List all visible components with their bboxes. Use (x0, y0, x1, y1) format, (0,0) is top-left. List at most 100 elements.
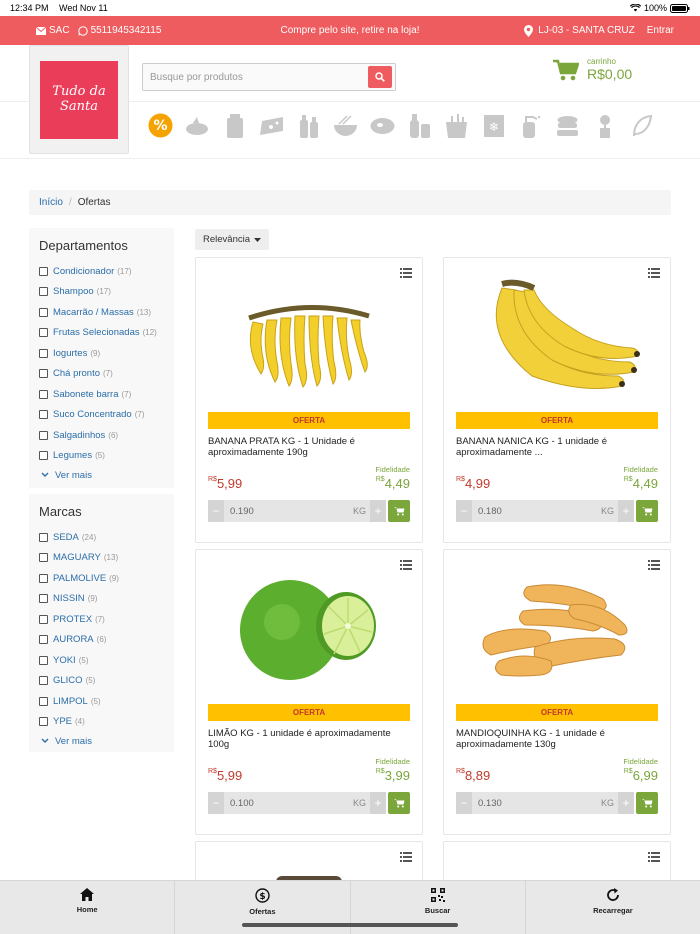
checkbox[interactable] (39, 594, 48, 604)
checkbox[interactable] (39, 676, 48, 686)
ver-mais-departamentos[interactable]: Ver mais (39, 466, 164, 484)
cart-widget[interactable]: carrinho R$0,00 (553, 57, 632, 82)
product-title[interactable]: BANANA PRATA KG - 1 Unidade é aproximada… (208, 436, 410, 459)
hortifruti-icon[interactable] (185, 113, 210, 138)
higiene-icon[interactable] (407, 113, 432, 138)
sort-dropdown[interactable]: Relevância (195, 229, 269, 250)
checkbox[interactable] (39, 635, 48, 645)
checkbox[interactable] (39, 307, 48, 317)
decrement-button[interactable]: − (208, 792, 224, 814)
product-title[interactable]: LIMÃO KG - 1 unidade é aproximadamente 1… (208, 728, 410, 751)
quantity-value[interactable]: 0.100 (224, 798, 353, 809)
checkbox[interactable] (39, 451, 48, 461)
filter-item[interactable]: Sabonete barra (7) (39, 384, 164, 405)
quantity-stepper[interactable]: − 0.180 KG + (456, 500, 634, 522)
tab-home[interactable]: Home (0, 881, 176, 934)
add-to-cart-button[interactable] (388, 792, 410, 814)
jardinagem-icon[interactable] (592, 113, 617, 138)
product-card[interactable]: OFERTA LIMÃO KG - 1 unidade é aproximada… (195, 549, 423, 835)
product-image-limao[interactable] (196, 560, 422, 700)
checkbox[interactable] (39, 348, 48, 358)
filter-item[interactable]: Salgadinhos (6) (39, 425, 164, 446)
utilidades-icon[interactable] (555, 113, 580, 138)
product-image-banana-prata[interactable] (196, 268, 422, 408)
product-image-banana-nanica[interactable] (444, 268, 670, 408)
limpeza-icon[interactable] (518, 113, 543, 138)
checkbox[interactable] (39, 389, 48, 399)
checkbox[interactable] (39, 410, 48, 420)
quantity-stepper[interactable]: − 0.130 KG + (456, 792, 634, 814)
massas-icon[interactable] (333, 113, 358, 138)
checkbox[interactable] (39, 328, 48, 338)
product-title[interactable]: BANANA NANICA KG - 1 unidade é aproximad… (456, 436, 658, 459)
search-input[interactable]: Busque por produtos (143, 72, 368, 83)
quantity-stepper[interactable]: − 0.190 KG + (208, 500, 386, 522)
whatsapp-link[interactable]: 5511945342115 (77, 25, 161, 36)
decrement-button[interactable]: − (456, 792, 472, 814)
checkbox[interactable] (39, 553, 48, 563)
quantity-stepper[interactable]: − 0.100 KG + (208, 792, 386, 814)
product-title[interactable]: MANDIOQUINHA KG - 1 unidade é aproximada… (456, 728, 658, 751)
product-card[interactable]: OFERTA BANANA PRATA KG - 1 Unidade é apr… (195, 257, 423, 543)
filter-item[interactable]: YOKI (5) (39, 650, 164, 671)
checkbox[interactable] (39, 532, 48, 542)
search-button[interactable] (368, 66, 392, 88)
filter-item[interactable]: Legumes (5) (39, 446, 164, 467)
checkbox[interactable] (39, 655, 48, 665)
increment-button[interactable]: + (618, 500, 634, 522)
store-selector[interactable]: LJ-03 - SANTA CRUZ (524, 24, 635, 37)
product-card[interactable]: OFERTA MANDIOQUINHA KG - 1 unidade é apr… (443, 549, 671, 835)
filter-item[interactable]: Chá pronto (7) (39, 364, 164, 385)
congelados-icon[interactable]: ❄ (481, 113, 506, 138)
filter-item[interactable]: SEDA (24) (39, 527, 164, 548)
filter-item[interactable]: AURORA (6) (39, 630, 164, 651)
search-box[interactable]: Busque por produtos (142, 63, 396, 91)
ofertas-icon[interactable]: % (148, 113, 173, 138)
tab-recarregar[interactable]: Recarregar (526, 881, 700, 934)
decrement-button[interactable]: − (456, 500, 472, 522)
filter-item[interactable]: Frutas Selecionadas (12) (39, 323, 164, 344)
filter-item[interactable]: PROTEX (7) (39, 609, 164, 630)
filter-item[interactable]: Macarrão / Massas (13) (39, 302, 164, 323)
sac-link[interactable]: SAC (36, 25, 70, 36)
checkbox[interactable] (39, 369, 48, 379)
filter-item[interactable]: NISSIN (9) (39, 589, 164, 610)
checkbox[interactable] (39, 430, 48, 440)
filter-item[interactable]: LIMPOL (5) (39, 691, 164, 712)
quantity-value[interactable]: 0.130 (472, 798, 601, 809)
checkbox[interactable] (39, 614, 48, 624)
filter-item[interactable]: Shampoo (17) (39, 282, 164, 303)
filter-item[interactable]: Condicionador (17) (39, 261, 164, 282)
home-indicator[interactable] (242, 923, 458, 927)
checkbox[interactable] (39, 287, 48, 297)
bebidas-icon[interactable] (296, 113, 321, 138)
breadcrumb-home[interactable]: Início (39, 197, 63, 208)
checkbox[interactable] (39, 717, 48, 727)
filter-item[interactable]: MAGUARY (13) (39, 548, 164, 569)
checkbox[interactable] (39, 696, 48, 706)
quantity-value[interactable]: 0.190 (224, 506, 353, 517)
filter-item[interactable]: GLICO (5) (39, 671, 164, 692)
add-to-cart-button[interactable] (388, 500, 410, 522)
add-to-cart-button[interactable] (636, 500, 658, 522)
filter-item[interactable]: Iogurtes (9) (39, 343, 164, 364)
filter-item[interactable]: PALMOLIVE (9) (39, 568, 164, 589)
mercearia-icon[interactable] (444, 113, 469, 138)
product-card[interactable]: OFERTA BANANA NANICA KG - 1 unidade é ap… (443, 257, 671, 543)
login-link[interactable]: Entrar (647, 25, 674, 36)
checkbox[interactable] (39, 573, 48, 583)
padaria-icon[interactable] (222, 113, 247, 138)
ver-mais-marcas[interactable]: Ver mais (39, 732, 164, 750)
list-menu-icon[interactable] (400, 852, 412, 862)
decrement-button[interactable]: − (208, 500, 224, 522)
checkbox[interactable] (39, 266, 48, 276)
filter-item[interactable]: YPE (4) (39, 712, 164, 733)
increment-button[interactable]: + (618, 792, 634, 814)
product-image-mandioquinha[interactable] (444, 560, 670, 700)
carnes-icon[interactable] (370, 113, 395, 138)
increment-button[interactable]: + (370, 792, 386, 814)
quantity-value[interactable]: 0.180 (472, 506, 601, 517)
list-menu-icon[interactable] (648, 852, 660, 862)
store-logo[interactable]: Tudo da Santa (29, 45, 129, 154)
filter-item[interactable]: Suco Concentrado (7) (39, 405, 164, 426)
